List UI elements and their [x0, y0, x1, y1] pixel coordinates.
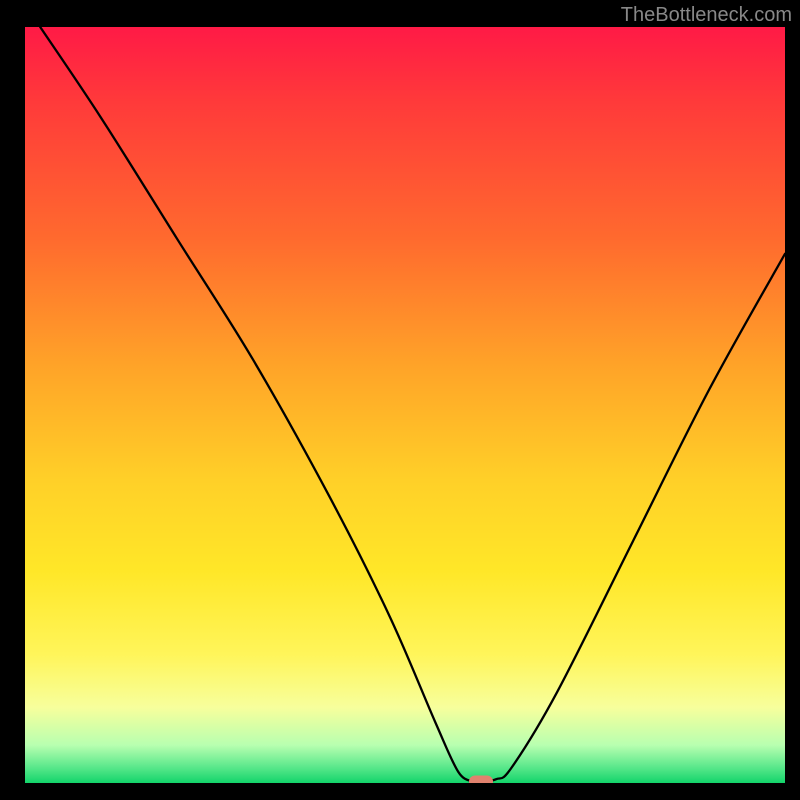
bottleneck-curve-svg [25, 27, 785, 783]
optimal-point-marker [469, 776, 493, 784]
chart-frame: TheBottleneck.com [0, 0, 800, 800]
watermark-text: TheBottleneck.com [621, 4, 792, 27]
bottleneck-curve-path [40, 27, 785, 782]
plot-area [25, 27, 785, 783]
